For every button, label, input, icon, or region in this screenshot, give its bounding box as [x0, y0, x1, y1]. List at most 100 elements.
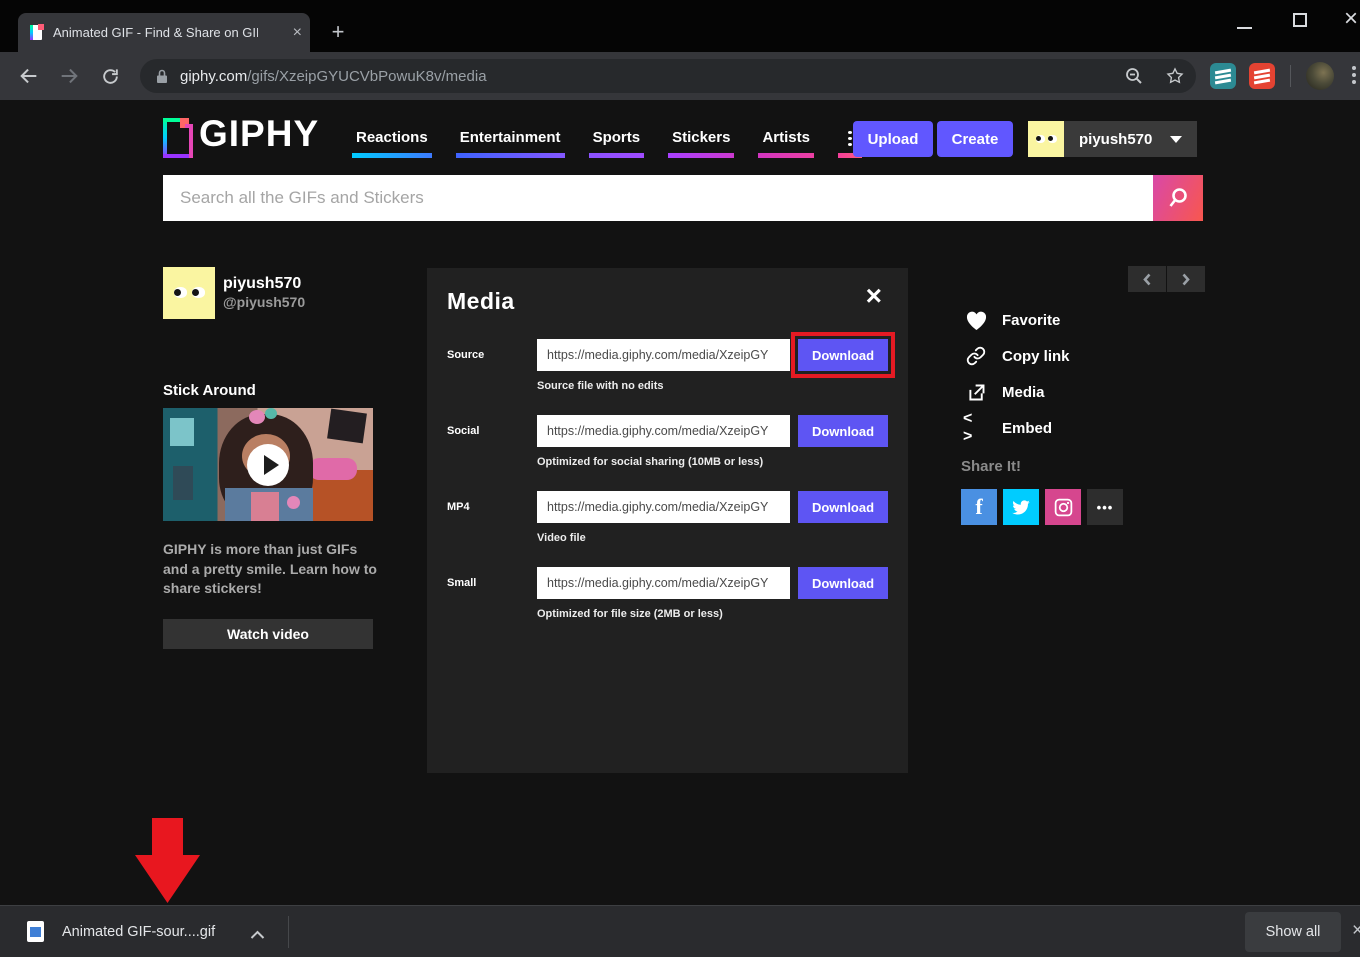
giphy-favicon: [29, 24, 44, 41]
social-url-input[interactable]: [537, 415, 790, 447]
tab-close-icon[interactable]: ×: [293, 25, 302, 41]
promo-text: GIPHY is more than just GIFs and a prett…: [163, 540, 379, 599]
show-all-downloads-button[interactable]: Show all: [1245, 912, 1341, 952]
forward-arrow-icon: [58, 65, 80, 87]
share-icon: [963, 382, 989, 403]
facebook-share-button[interactable]: f: [961, 489, 997, 525]
toolbar-divider: [1290, 65, 1291, 87]
promo-heading: Stick Around: [163, 382, 256, 399]
nav-item-reactions[interactable]: Reactions: [355, 129, 429, 158]
user-menu[interactable]: piyush570: [1028, 121, 1197, 157]
tab-title: Animated GIF - Find & Share on GIPHY: [53, 25, 258, 40]
social-download-button[interactable]: Download: [798, 415, 888, 447]
small-url-input[interactable]: [537, 567, 790, 599]
zoom-indicator-button[interactable]: [1120, 62, 1148, 90]
link-icon: [963, 346, 989, 366]
forward-button[interactable]: [55, 62, 83, 90]
create-button[interactable]: Create: [937, 121, 1013, 157]
reload-button[interactable]: [96, 62, 124, 90]
modal-close-icon[interactable]: ×: [866, 282, 882, 310]
nav-item-artists[interactable]: Artists: [761, 129, 811, 158]
giphy-nav: Reactions Entertainment Sports Stickers …: [355, 129, 859, 158]
giphy-page: GIPHY Reactions Entertainment Sports Sti…: [0, 100, 1360, 905]
profile-handle[interactable]: @piyush570: [223, 294, 305, 310]
row-label: MP4: [447, 501, 470, 513]
more-share-button[interactable]: •••: [1087, 489, 1123, 525]
download-item-menu-button[interactable]: [250, 927, 265, 945]
search-icon: [1166, 186, 1190, 210]
browser-titlebar: Animated GIF - Find & Share on GIPHY × +…: [0, 0, 1360, 52]
media-modal: Media × Source Download Source file with…: [427, 268, 908, 773]
mp4-download-button[interactable]: Download: [798, 491, 888, 523]
url-path: /gifs/XzeipGYUCVbPowuK8v/media: [247, 68, 486, 85]
address-bar[interactable]: giphy.com/gifs/XzeipGYUCVbPowuK8v/media: [140, 59, 1196, 93]
browser-menu-icon[interactable]: [1352, 66, 1356, 84]
media-row-source: Source Download Source file with no edit…: [427, 339, 908, 399]
search-button[interactable]: [1153, 175, 1203, 221]
row-caption: Video file: [537, 532, 586, 544]
media-action[interactable]: Media: [963, 379, 1045, 405]
profile-avatar[interactable]: [163, 267, 215, 319]
modal-title: Media: [447, 288, 515, 315]
mp4-url-input[interactable]: [537, 491, 790, 523]
nav-underline: [668, 153, 734, 158]
browser-toolbar: giphy.com/gifs/XzeipGYUCVbPowuK8v/media: [0, 52, 1360, 100]
chevron-right-icon: [1181, 273, 1191, 286]
gif-file-icon: [27, 921, 44, 942]
promo-video-thumbnail[interactable]: [163, 408, 373, 521]
extension-todoist-icon[interactable]: [1249, 63, 1275, 89]
user-menu-name: piyush570: [1079, 131, 1152, 148]
extension-teal-icon[interactable]: [1210, 63, 1236, 89]
giphy-logo-icon[interactable]: [163, 118, 193, 158]
embed-action[interactable]: < > Embed: [963, 415, 1052, 441]
media-row-small: Small Download Optimized for file size (…: [427, 567, 908, 627]
url-text: giphy.com/gifs/XzeipGYUCVbPowuK8v/media: [180, 68, 487, 85]
lock-icon: [156, 69, 168, 84]
window-close-button[interactable]: ×: [1344, 5, 1358, 33]
nav-underline: [589, 153, 645, 158]
back-button[interactable]: [15, 62, 43, 90]
code-brackets-icon: < >: [963, 410, 989, 446]
copy-link-action[interactable]: Copy link: [963, 343, 1070, 369]
new-tab-button[interactable]: +: [324, 18, 352, 46]
nav-item-stickers[interactable]: Stickers: [671, 129, 731, 158]
window-minimize-button[interactable]: [1237, 27, 1252, 29]
media-row-social: Social Download Optimized for social sha…: [427, 415, 908, 475]
instagram-share-button[interactable]: [1045, 489, 1081, 525]
nav-underline: [456, 153, 565, 158]
row-label: Source: [447, 349, 484, 361]
twitter-share-button[interactable]: [1003, 489, 1039, 525]
star-icon: [1165, 66, 1185, 86]
share-buttons: f •••: [961, 489, 1123, 525]
favorite-action[interactable]: Favorite: [963, 307, 1060, 333]
downloads-bar: Animated GIF-sour....gif Show all ×: [0, 905, 1360, 957]
source-download-button[interactable]: Download: [798, 339, 888, 371]
browser-tab[interactable]: Animated GIF - Find & Share on GIPHY ×: [18, 13, 310, 52]
giphy-wordmark[interactable]: GIPHY: [199, 113, 319, 155]
row-caption: Optimized for social sharing (10MB or le…: [537, 456, 763, 468]
upload-button[interactable]: Upload: [853, 121, 933, 157]
row-label: Small: [447, 577, 476, 589]
browser-window: Animated GIF - Find & Share on GIPHY × +…: [0, 0, 1360, 957]
nav-item-sports[interactable]: Sports: [592, 129, 642, 158]
bookmark-button[interactable]: [1161, 62, 1189, 90]
row-caption: Optimized for file size (2MB or less): [537, 608, 723, 620]
profile-name[interactable]: piyush570: [223, 275, 301, 293]
source-url-input[interactable]: [537, 339, 790, 371]
downloaded-file-item[interactable]: Animated GIF-sour....gif: [62, 906, 215, 957]
heart-icon: [963, 310, 989, 331]
twitter-bird-icon: [1011, 497, 1031, 517]
nav-item-entertainment[interactable]: Entertainment: [459, 129, 562, 158]
browser-profile-avatar[interactable]: [1306, 62, 1334, 90]
downloads-bar-close-icon[interactable]: ×: [1352, 920, 1360, 942]
zoom-magnifier-icon: [1124, 66, 1144, 86]
watch-video-button[interactable]: Watch video: [163, 619, 373, 649]
chevron-up-icon: [250, 930, 265, 940]
play-icon[interactable]: [247, 444, 289, 486]
row-caption: Source file with no edits: [537, 380, 664, 392]
window-maximize-button[interactable]: [1293, 13, 1307, 27]
search-input[interactable]: [163, 175, 1153, 221]
small-download-button[interactable]: Download: [798, 567, 888, 599]
prev-gif-button[interactable]: [1128, 266, 1166, 292]
next-gif-button[interactable]: [1167, 266, 1205, 292]
